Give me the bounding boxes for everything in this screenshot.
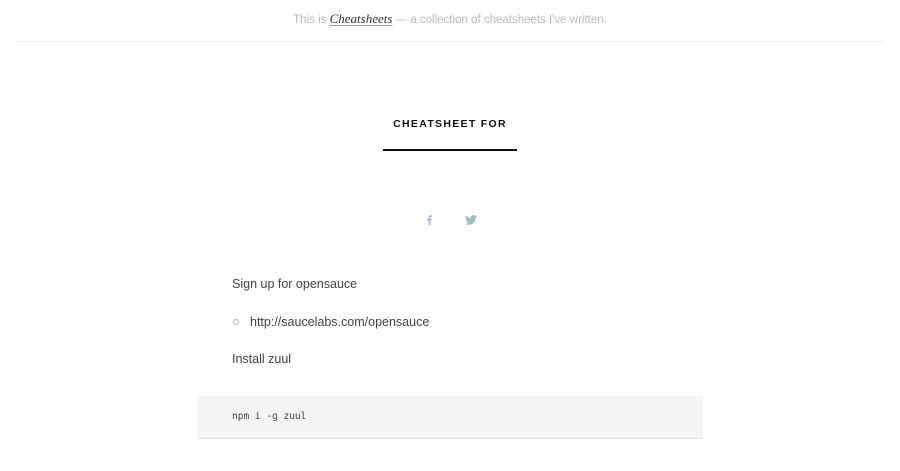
- step-signup-text: Sign up for opensauce: [232, 277, 358, 291]
- site-header: This is Cheatsheets — a collection of ch…: [16, 0, 884, 42]
- code-block: npm i -g zuul: [197, 396, 703, 439]
- twitter-share-button[interactable]: [463, 212, 479, 228]
- opensauce-link[interactable]: http://saucelabs.com/opensauce: [250, 315, 429, 329]
- brand-link[interactable]: Cheatsheets: [330, 11, 393, 26]
- step-install-text: Install zuul: [232, 352, 292, 366]
- title-underline: [383, 149, 517, 151]
- page-title: CHEATSHEET FOR: [393, 118, 507, 130]
- header-suffix: — a collection of cheatsheets I've writt…: [395, 14, 607, 26]
- install-command: npm i -g zuul: [232, 411, 307, 422]
- facebook-icon: [426, 215, 432, 225]
- facebook-share-button[interactable]: [422, 212, 436, 228]
- header-prefix: This is: [293, 14, 327, 26]
- twitter-icon: [465, 215, 477, 225]
- list-bullet: [233, 319, 239, 325]
